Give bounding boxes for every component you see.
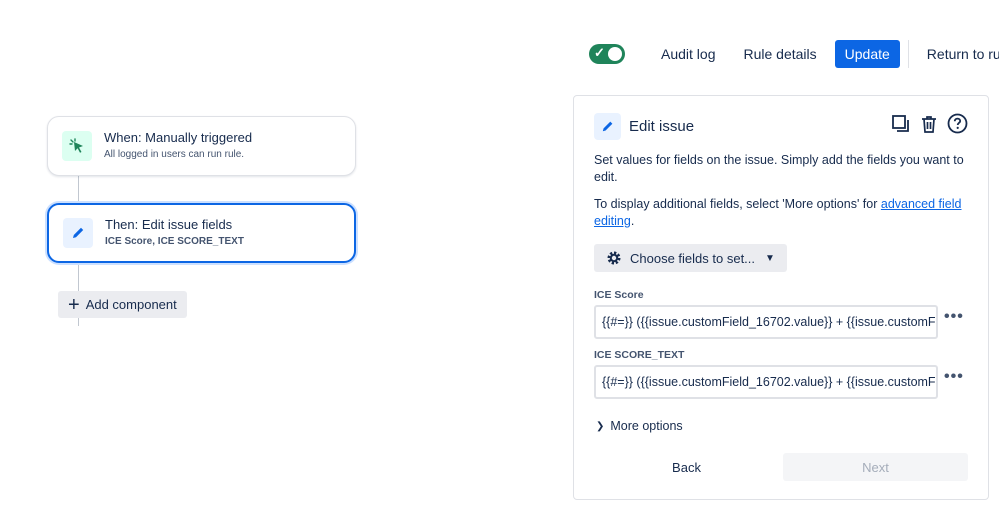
rule-enabled-toggle[interactable]: ✓ [589, 44, 625, 64]
trash-icon[interactable] [919, 114, 939, 139]
panel-description-advanced: To display additional fields, select 'Mo… [594, 196, 968, 230]
more-actions-icon[interactable]: ••• [944, 308, 964, 326]
flow-connector [78, 265, 79, 291]
panel-actions [891, 113, 968, 139]
ice-score-input[interactable]: {{#=}} ({{issue.customField_16702.value}… [594, 305, 938, 339]
plus-icon: + [68, 293, 80, 316]
advanced-prefix: To display additional fields, select 'Mo… [594, 197, 881, 211]
advanced-suffix: . [630, 214, 635, 228]
choose-fields-dropdown[interactable]: Choose fields to set... ▼ [594, 244, 787, 272]
toggle-knob [608, 47, 622, 61]
flow-connector [78, 318, 79, 326]
top-toolbar: ✓ Audit log Rule details Update Return t… [589, 40, 999, 68]
rule-editor-page: ✓ Audit log Rule details Update Return t… [0, 0, 999, 508]
panel-header: Edit issue [594, 112, 968, 140]
chevron-down-icon: ▼ [765, 252, 775, 264]
return-to-rules-button[interactable]: Return to rules [913, 40, 999, 68]
action-text: Then: Edit issue fields ICE Score, ICE S… [105, 217, 244, 249]
trigger-subtitle: All logged in users can run rule. [104, 149, 245, 160]
more-actions-icon[interactable]: ••• [944, 368, 964, 386]
chevron-right-icon: ❯ [596, 420, 605, 432]
action-node[interactable]: Then: Edit issue fields ICE Score, ICE S… [47, 203, 356, 263]
add-component-button[interactable]: + Add component [58, 291, 187, 318]
cursor-click-icon [62, 131, 92, 161]
trigger-text: When: Manually triggered All logged in u… [104, 130, 252, 162]
panel-description: Set values for fields on the issue. Simp… [594, 153, 964, 184]
back-button[interactable]: Back [594, 453, 779, 481]
toolbar-divider [907, 40, 909, 68]
next-button[interactable]: Next [783, 453, 968, 481]
add-component-label: Add component [85, 297, 177, 312]
copy-icon[interactable] [891, 114, 911, 139]
pencil-icon [63, 218, 93, 248]
update-button[interactable]: Update [834, 40, 900, 68]
more-options-label: More options [610, 419, 683, 433]
action-subtitle: ICE Score, ICE SCORE_TEXT [105, 236, 244, 247]
rule-details-button[interactable]: Rule details [729, 40, 830, 68]
trigger-node[interactable]: When: Manually triggered All logged in u… [47, 116, 356, 176]
trigger-title: When: Manually triggered [104, 130, 253, 145]
choose-fields-label: Choose fields to set... [630, 250, 756, 266]
panel-title: Edit issue [629, 117, 695, 135]
check-icon: ✓ [594, 45, 605, 60]
audit-log-button[interactable]: Audit log [647, 40, 729, 68]
more-options-toggle[interactable]: ❯ More options [596, 419, 683, 433]
help-icon[interactable] [947, 113, 968, 139]
edit-issue-panel: Edit issue Set values for fields on the … [573, 95, 989, 500]
gear-icon [607, 251, 621, 265]
action-title: Then: Edit issue fields [105, 217, 233, 232]
ice-score-label: ICE Score [594, 289, 644, 301]
flow-connector [78, 176, 79, 203]
ice-score-text-input[interactable]: {{#=}} ({{issue.customField_16702.value}… [594, 365, 938, 399]
pencil-icon [594, 112, 621, 140]
ice-score-text-label: ICE SCORE_TEXT [594, 349, 685, 361]
